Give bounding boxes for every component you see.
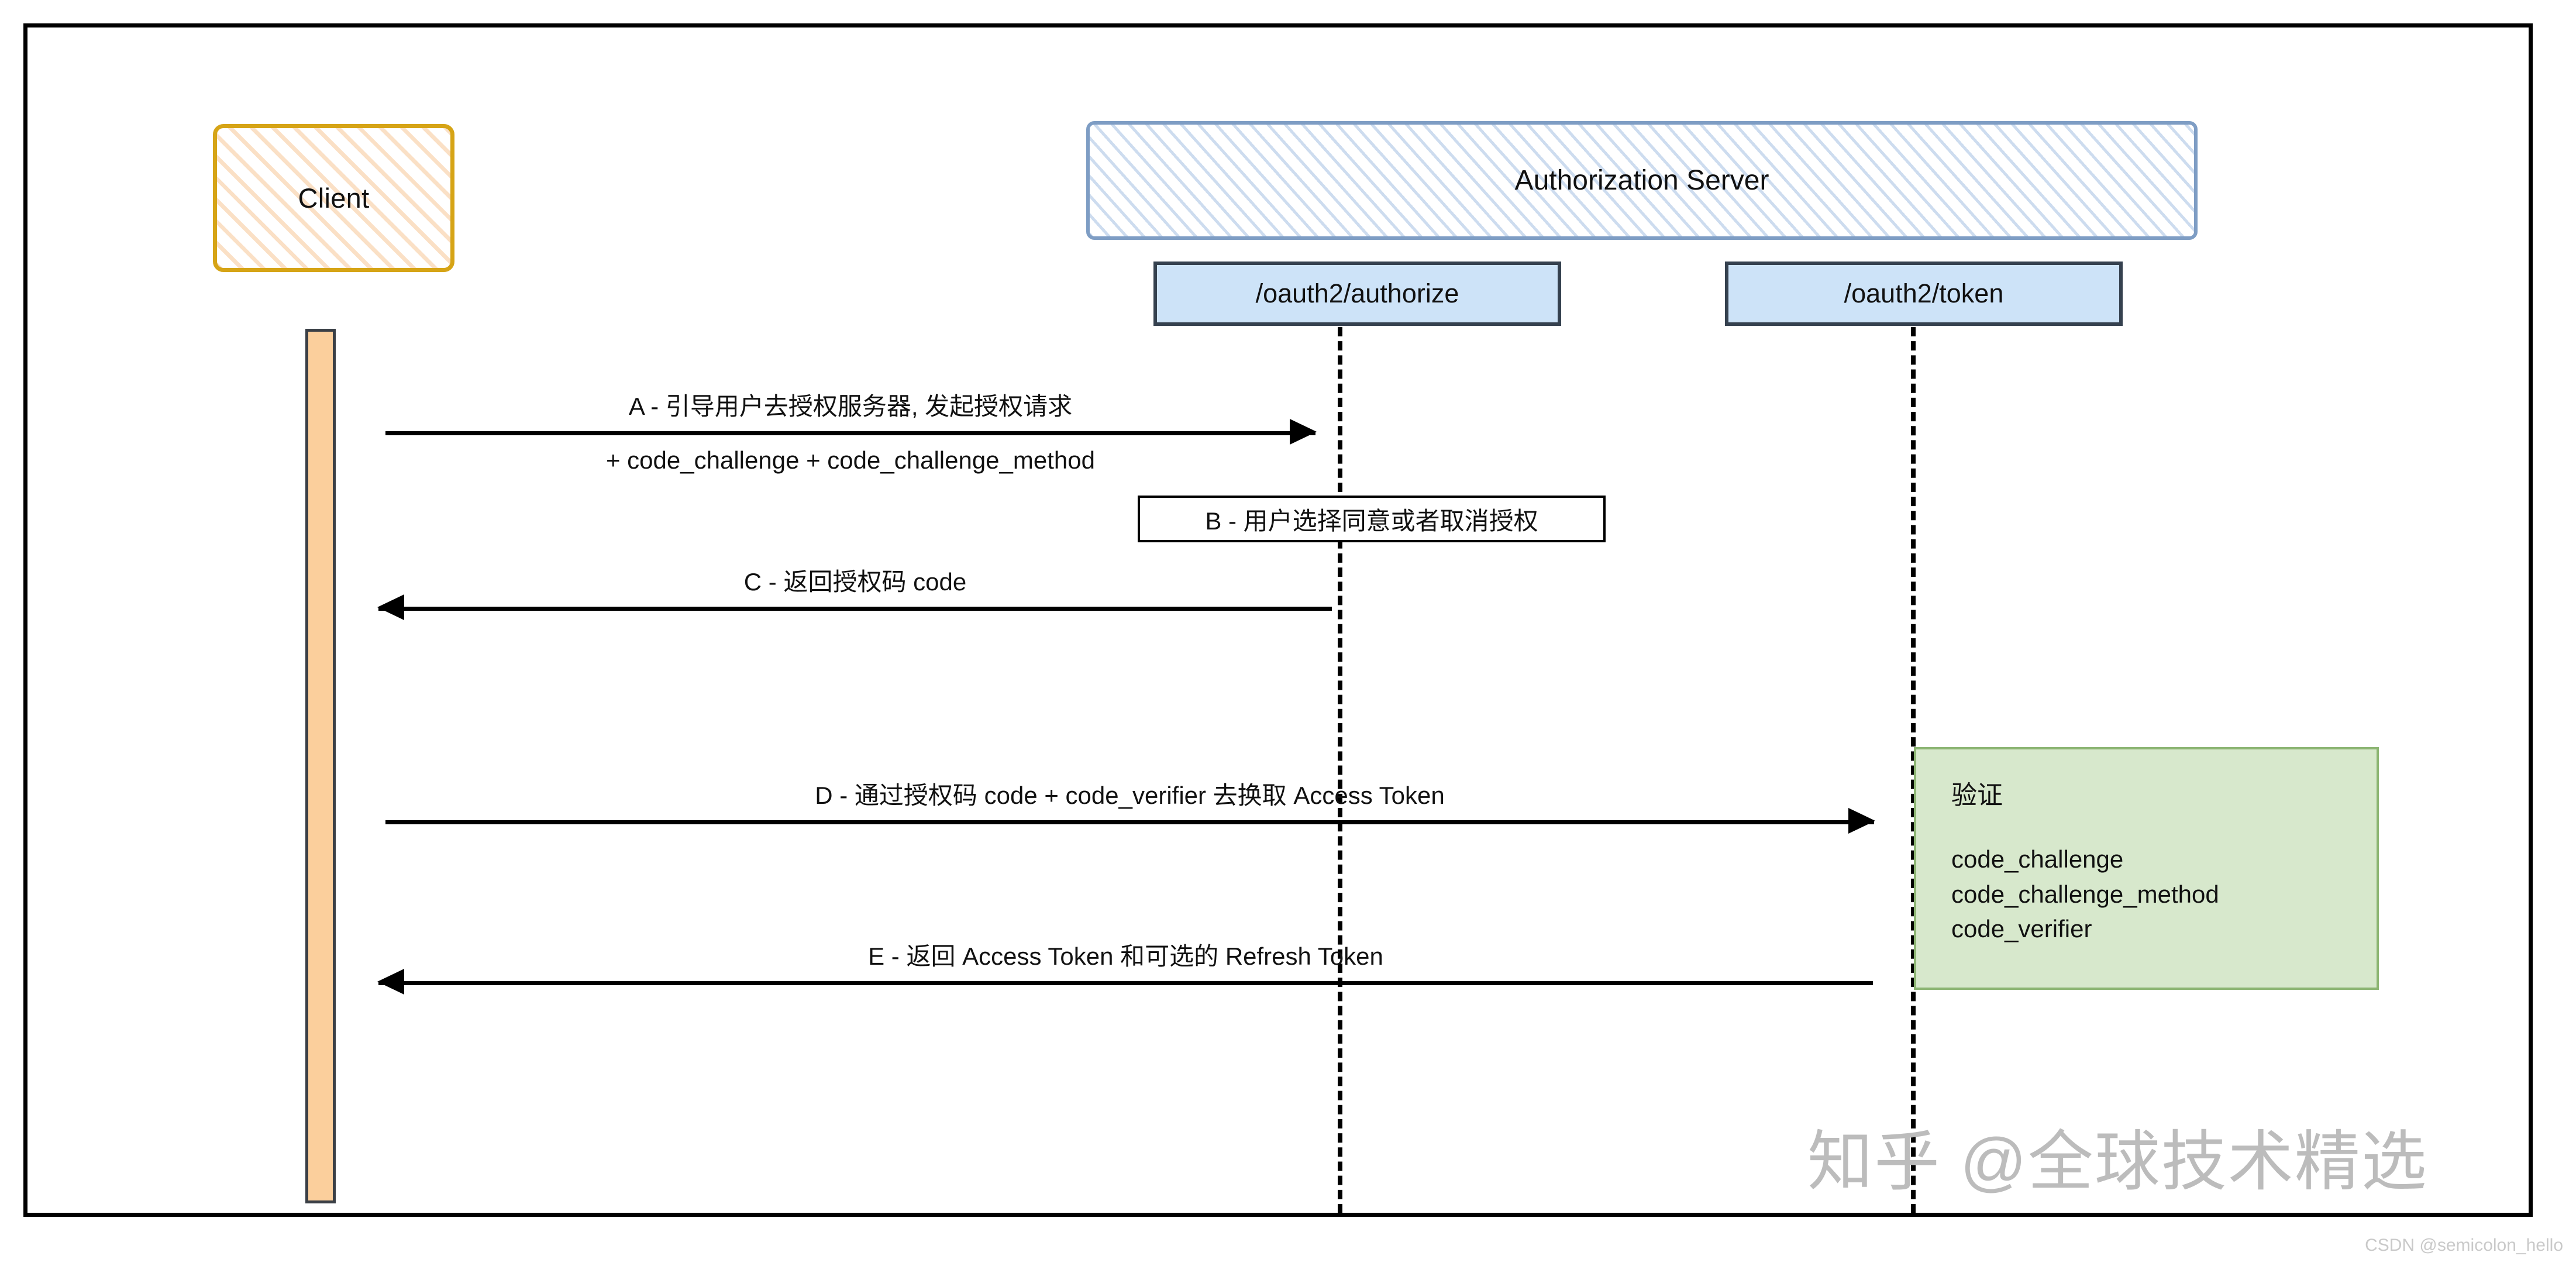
- arrowhead-left-icon: [377, 969, 404, 995]
- diagram-frame: Client Authorization Server /oauth2/auth…: [23, 23, 2533, 1217]
- endpoint-token-label: /oauth2/token: [1844, 278, 2004, 308]
- message-c-line: [378, 607, 1332, 611]
- lifeline-authorize: [1338, 327, 1342, 1213]
- watermark-csdn: CSDN @semicolon_hello: [2365, 1236, 2563, 1255]
- sequence-diagram-canvas: Client Authorization Server /oauth2/auth…: [0, 0, 2576, 1266]
- message-e-label: E - 返回 Access Token 和可选的 Refresh Token: [868, 942, 1383, 970]
- note-b-label: B - 用户选择同意或者取消授权: [1205, 507, 1538, 535]
- endpoint-authorize: /oauth2/authorize: [1153, 262, 1561, 326]
- message-d-line: [385, 820, 1874, 824]
- verification-title: 验证: [1951, 781, 2003, 810]
- verification-item: code_challenge: [1951, 845, 2124, 873]
- participant-authorization-server-label: Authorization Server: [1514, 165, 1769, 196]
- verification-item: code_verifier: [1951, 915, 2092, 943]
- verification-block: 验证 code_challenge code_challenge_method …: [1914, 747, 2379, 990]
- activation-bar-client: [305, 329, 336, 1203]
- message-a-sublabel: + code_challenge + code_challenge_method: [605, 446, 1095, 474]
- message-d-label: D - 通过授权码 code + code_verifier 去换取 Acces…: [815, 781, 1445, 809]
- note-b: B - 用户选择同意或者取消授权: [1138, 496, 1606, 542]
- arrowhead-right-icon: [1848, 808, 1875, 834]
- message-c-label: C - 返回授权码 code: [743, 567, 967, 596]
- message-a-line: [385, 431, 1315, 435]
- arrowhead-right-icon: [1290, 419, 1317, 445]
- participant-authorization-server: Authorization Server: [1086, 121, 2198, 240]
- message-a-label: A - 引导用户去授权服务器, 发起授权请求: [628, 392, 1073, 420]
- message-e-line: [378, 981, 1873, 985]
- arrowhead-left-icon: [377, 594, 404, 620]
- verification-item: code_challenge_method: [1951, 880, 2219, 908]
- endpoint-token: /oauth2/token: [1725, 262, 2123, 326]
- participant-client-label: Client: [298, 183, 370, 214]
- participant-client: Client: [213, 124, 454, 272]
- endpoint-authorize-label: /oauth2/authorize: [1255, 278, 1459, 308]
